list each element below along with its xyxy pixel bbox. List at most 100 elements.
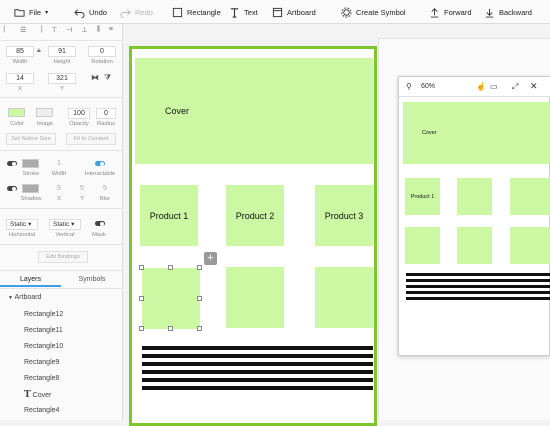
y-label: Y — [60, 86, 64, 92]
edit-bindings-button[interactable]: Edit Bindings — [38, 251, 88, 263]
set-native-size-button[interactable]: Set Native Size — [6, 133, 56, 145]
x-label: X — [18, 86, 22, 92]
distribute-vertical-icon[interactable]: ≡ — [109, 26, 113, 38]
redo-button[interactable]: Redo — [120, 4, 153, 20]
horizontal-value: Static — [10, 221, 27, 228]
shadow-x-label: X — [57, 196, 61, 202]
cover-rect[interactable]: Cover — [135, 58, 373, 164]
resize-handle[interactable] — [197, 326, 202, 331]
text-tool[interactable]: Text — [229, 4, 258, 20]
stroke-label: Stroke — [22, 171, 40, 177]
resize-handle[interactable] — [139, 296, 144, 301]
rectangle-icon — [172, 7, 183, 17]
layer-artboard[interactable]: ▼ Artboard — [8, 294, 41, 301]
horizontal-constraint-select[interactable]: Static ▾ — [6, 219, 38, 230]
zoom-level[interactable]: 60% — [421, 83, 435, 90]
flip-horizontal-icon[interactable]: ⧓ — [91, 73, 99, 82]
forward-button[interactable]: Forward — [429, 4, 472, 20]
x-input[interactable]: 14 — [6, 73, 34, 84]
artboard-tool[interactable]: Artboard — [272, 4, 316, 20]
flip-vertical-icon[interactable]: ⧩ — [104, 73, 111, 83]
shadow-x-value[interactable]: 5 — [55, 185, 63, 192]
rotation-input[interactable]: 0 — [88, 46, 116, 57]
vertical-constraint-select[interactable]: Static ▾ — [49, 219, 81, 230]
tab-symbols[interactable]: Symbols — [61, 273, 123, 287]
create-symbol-button[interactable]: Create Symbol — [341, 4, 406, 20]
file-menu[interactable]: File ▾ — [14, 4, 48, 20]
chevron-down-icon: ▾ — [71, 221, 75, 228]
preview-toolbar: ⚲ 60% ☝ ▭ ⤢ ✕ — [399, 77, 550, 97]
resize-handle[interactable] — [168, 326, 173, 331]
lock-icon[interactable]: 🔒︎ — [37, 47, 41, 55]
interactable-toggle[interactable] — [95, 161, 105, 166]
y-input[interactable]: 321 — [48, 73, 76, 84]
layer-item-text[interactable]: T Cover — [24, 390, 51, 400]
stroke-color-swatch[interactable] — [22, 159, 39, 168]
resize-handle[interactable] — [197, 265, 202, 270]
align-middle-icon[interactable]: ⊣ — [66, 26, 72, 38]
hand-icon[interactable]: ☝ — [476, 82, 486, 91]
close-icon[interactable]: ✕ — [530, 81, 538, 92]
radius-input[interactable]: 0 — [96, 108, 116, 119]
backward-button[interactable]: Backward — [484, 4, 532, 20]
distribute-icon[interactable]: ⫼ — [97, 26, 100, 38]
shadow-color-swatch[interactable] — [22, 184, 39, 193]
artboard[interactable]: Cover Product 1 Product 2 Product 3 — [129, 46, 377, 426]
height-input[interactable]: 91 — [48, 46, 76, 57]
send-backward-icon — [485, 8, 494, 18]
resize-handle[interactable] — [139, 265, 144, 270]
align-bottom-icon[interactable]: ⊥ — [82, 26, 88, 38]
stroke-toggle[interactable] — [7, 161, 17, 166]
preview-product — [405, 227, 440, 264]
shadow-blur-value[interactable]: 5 — [101, 185, 109, 192]
image-label: Image — [36, 121, 54, 127]
fit-to-content-button[interactable]: Fit to Content — [66, 133, 116, 145]
layer-item[interactable]: Rectangle9 — [24, 359, 59, 366]
align-left-icon[interactable]: ⎸ — [4, 26, 11, 38]
product-3-rect[interactable]: Product 3 — [315, 185, 373, 246]
bring-forward-icon — [430, 7, 439, 18]
divider — [0, 208, 123, 209]
product-rect[interactable] — [315, 267, 373, 328]
vertical-value: Static — [53, 221, 70, 228]
shadow-label: Shadow — [20, 196, 42, 202]
search-icon[interactable]: ⚲ — [406, 82, 412, 91]
resize-handle[interactable] — [139, 326, 144, 331]
rectangle-tool[interactable]: Rectangle — [172, 4, 221, 20]
layer-item[interactable]: Rectangle12 — [24, 311, 63, 318]
product-rect[interactable] — [226, 267, 284, 328]
selected-rect[interactable] — [142, 268, 200, 329]
layer-item[interactable]: Rectangle4 — [24, 407, 59, 414]
undo-button[interactable]: Undo — [74, 4, 107, 20]
preview-product — [510, 227, 550, 264]
fullscreen-icon[interactable]: ⤢ — [512, 82, 518, 92]
image-swatch[interactable] — [36, 108, 53, 117]
shadow-blur-label: Blur — [99, 196, 111, 202]
tab-layers[interactable]: Layers — [0, 273, 61, 287]
shadow-y-value[interactable]: 5 — [78, 185, 86, 192]
layer-item[interactable]: Rectangle8 — [24, 375, 59, 382]
resize-handle[interactable] — [197, 296, 202, 301]
product-2-rect[interactable]: Product 2 — [226, 185, 284, 246]
video-icon[interactable]: ▭ — [490, 82, 498, 91]
align-right-icon[interactable]: ⎹ — [35, 26, 42, 38]
divider — [0, 40, 123, 41]
shadow-toggle[interactable] — [7, 186, 17, 191]
forward-label: Forward — [444, 7, 472, 17]
width-input[interactable]: 85 — [6, 46, 34, 57]
mask-toggle[interactable] — [95, 221, 105, 226]
width-label: Width — [12, 59, 28, 65]
layer-item[interactable]: Rectangle11 — [24, 327, 63, 334]
color-swatch[interactable] — [8, 108, 25, 117]
align-top-icon[interactable]: ⊤ — [51, 26, 57, 38]
preview-product-1: Product 1 — [405, 178, 440, 215]
resize-handle[interactable] — [168, 265, 173, 270]
product-1-rect[interactable]: Product 1 — [140, 185, 198, 246]
stroke-width-value[interactable]: 1 — [55, 160, 63, 167]
add-interaction-button[interactable]: + — [204, 252, 217, 265]
layer-cover-label: Cover — [32, 392, 52, 399]
opacity-input[interactable]: 100 — [68, 108, 90, 119]
align-center-icon[interactable]: ☰ — [20, 26, 26, 38]
layer-item[interactable]: Rectangle10 — [24, 343, 63, 350]
text-line — [142, 378, 373, 382]
